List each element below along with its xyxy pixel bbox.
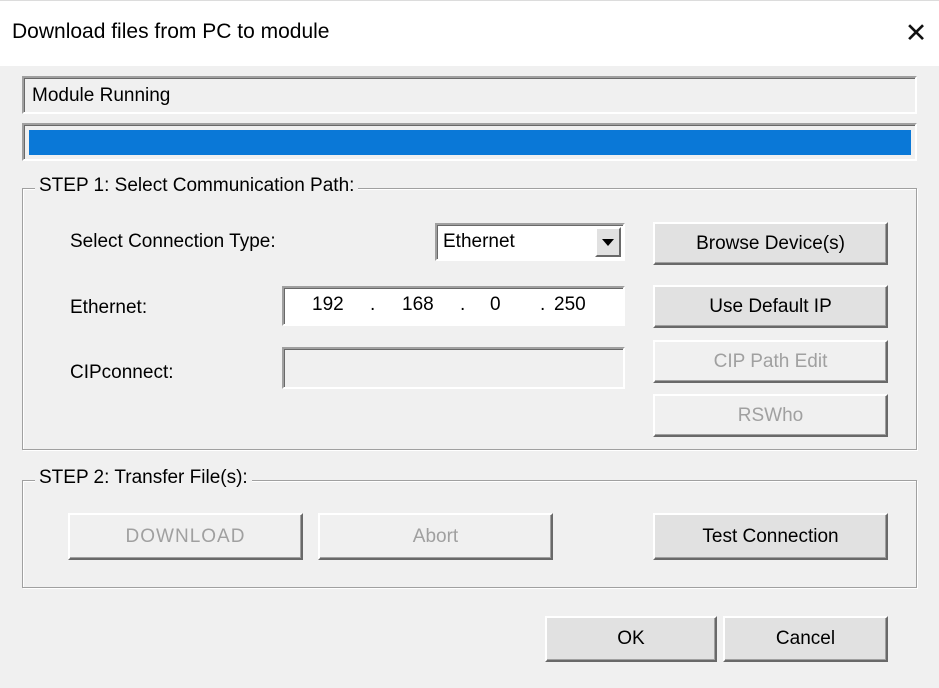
browse-devices-button[interactable]: Browse Device(s) [653,222,888,265]
step1-title: STEP 1: Select Communication Path: [35,175,359,197]
cancel-button[interactable]: Cancel [723,616,888,662]
step2-title: STEP 2: Transfer File(s): [35,467,252,489]
abort-button: Abort [318,513,553,560]
ip-octet-1[interactable]: 192 [312,294,344,316]
progress-bar [22,123,917,161]
close-icon[interactable]: ✕ [893,14,939,52]
status-text: Module Running [32,85,171,106]
status-field: Module Running [22,76,917,114]
use-default-ip-button[interactable]: Use Default IP [653,285,888,328]
ethernet-label: Ethernet: [70,297,148,318]
title-bar-edge [0,0,939,6]
ip-separator-2: . [460,294,466,315]
ip-octet-4[interactable]: 250 [554,294,586,316]
ip-octet-2[interactable]: 168 [402,294,434,316]
dropdown-button[interactable] [595,227,621,257]
cipconnect-label: CIPconnect: [70,362,174,383]
chevron-down-icon [602,239,614,246]
cip-path-edit-button: CIP Path Edit [653,340,888,383]
ip-separator-1: . [370,294,376,315]
ip-separator-3: . [540,294,546,315]
connection-type-select[interactable]: Ethernet [435,223,625,261]
test-connection-button[interactable]: Test Connection [653,513,888,560]
connection-type-label: Select Connection Type: [70,231,276,252]
window-title: Download files from PC to module [12,20,330,43]
rswho-button: RSWho [653,394,888,437]
ip-octet-3[interactable]: 0 [490,294,501,316]
ok-button[interactable]: OK [545,616,717,662]
ip-address-input[interactable]: 192 . 168 . 0 . 250 [282,286,625,326]
cipconnect-field [282,347,625,389]
download-button: DOWNLOAD [68,513,303,560]
connection-type-value: Ethernet [443,231,515,252]
progress-fill [29,130,911,155]
download-dialog: Download files from PC to module ✕ Modul… [0,0,939,688]
title-bar: Download files from PC to module ✕ [0,0,939,66]
